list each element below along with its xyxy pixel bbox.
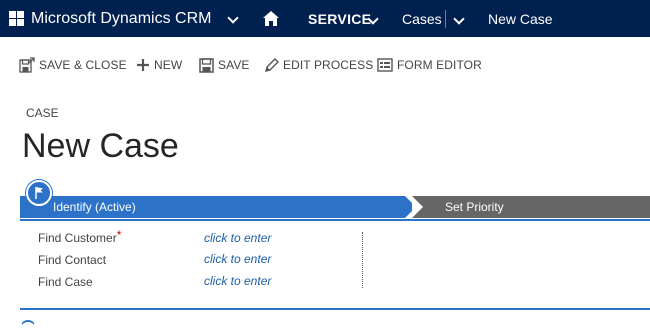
save-close-icon	[19, 57, 35, 73]
nav-area-service[interactable]: SERVICE	[308, 11, 371, 27]
find-case-label: Find Case	[38, 275, 93, 289]
page-title: New Case	[22, 127, 179, 165]
pencil-icon	[265, 57, 279, 72]
field-label-find-customer: Find Customer*	[38, 228, 122, 245]
process-underline	[20, 219, 650, 221]
form-editor-label: FORM EDITOR	[397, 58, 482, 72]
find-contact-label: Find Contact	[38, 253, 107, 267]
nav-record-title: New Case	[488, 11, 553, 27]
section-divider	[20, 308, 650, 310]
new-label: NEW	[154, 58, 183, 72]
home-icon[interactable]	[263, 11, 279, 26]
form-editor-button[interactable]: FORM EDITOR	[377, 52, 482, 78]
field-label-find-case: Find Case	[38, 275, 93, 289]
process-stage-notch	[412, 196, 423, 218]
required-asterisk: *	[116, 228, 122, 242]
save-and-close-label: SAVE & CLOSE	[39, 58, 127, 72]
stage-identify-label: Identify (Active)	[53, 200, 136, 214]
process-flag-icon[interactable]	[26, 180, 52, 206]
app-chevron-down-icon[interactable]	[227, 12, 239, 24]
entity-chevron-down-icon[interactable]	[453, 13, 465, 25]
stage-set-priority-label: Set Priority	[445, 200, 504, 214]
section-marker	[20, 320, 36, 336]
find-customer-label: Find Customer	[38, 231, 117, 245]
new-button[interactable]: NEW	[136, 52, 182, 78]
entity-type-label: CASE	[26, 106, 59, 120]
field-label-find-contact: Find Contact	[38, 253, 106, 267]
save-button[interactable]: SAVE	[199, 52, 250, 78]
form-editor-icon	[377, 58, 393, 72]
find-contact-input[interactable]: click to enter	[204, 252, 271, 266]
find-case-input[interactable]: click to enter	[204, 274, 271, 288]
column-divider	[362, 232, 363, 288]
edit-process-button[interactable]: EDIT PROCESS	[264, 52, 373, 78]
edit-process-label: EDIT PROCESS	[283, 58, 374, 72]
app-title[interactable]: Microsoft Dynamics CRM	[31, 9, 211, 29]
save-label: SAVE	[218, 58, 250, 72]
save-and-close-button[interactable]: SAVE & CLOSE	[19, 52, 127, 78]
nav-entity-cases[interactable]: Cases	[402, 11, 442, 27]
command-bar: SAVE & CLOSE NEW SAVE EDIT PROCESS FORM …	[0, 52, 650, 78]
nav-separator	[445, 10, 446, 28]
top-navigation-bar: Microsoft Dynamics CRM SERVICE Cases New…	[0, 0, 650, 37]
find-customer-input[interactable]: click to enter	[204, 231, 271, 245]
microsoft-logo-icon	[9, 11, 25, 27]
save-icon	[199, 57, 214, 73]
plus-icon	[137, 59, 149, 71]
